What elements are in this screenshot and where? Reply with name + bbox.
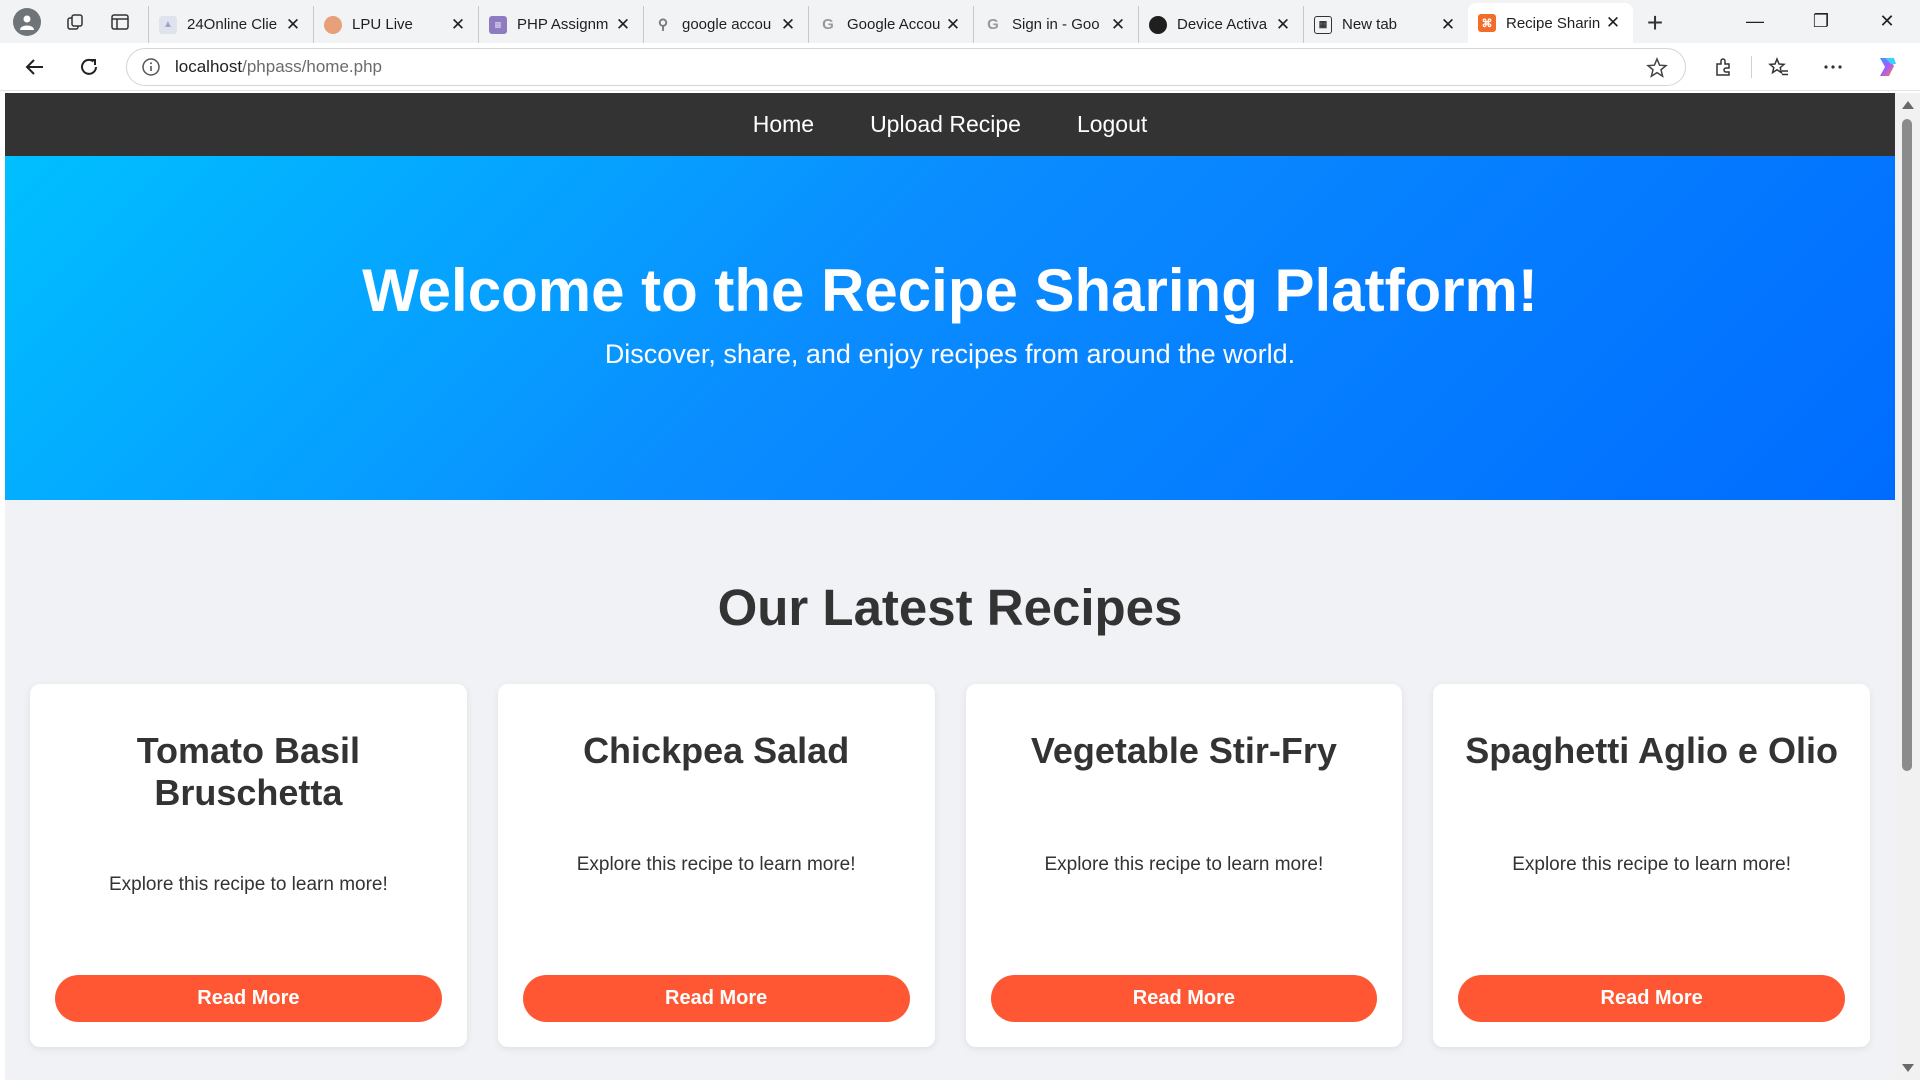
- url-path: /phpass/home.php: [242, 57, 382, 76]
- read-more-button[interactable]: Read More: [990, 975, 1378, 1022]
- tab-title: Google Accou: [847, 16, 941, 33]
- site-navbar: Home Upload Recipe Logout: [5, 93, 1895, 156]
- scroll-up-arrow-icon[interactable]: [1902, 101, 1914, 109]
- browser-tab[interactable]: ▦ New tab ✕: [1303, 6, 1468, 43]
- recipe-card: Spaghetti Aglio e Olio Explore this reci…: [1433, 684, 1870, 1047]
- tab-favicon-icon: [324, 15, 342, 34]
- copilot-button[interactable]: [1860, 43, 1914, 91]
- recipe-card-list: Tomato Basil Bruschetta Explore this rec…: [30, 684, 1870, 1047]
- browser-tab[interactable]: ▲ 24Online Clie ✕: [148, 6, 313, 43]
- tab-title: Device Activa: [1177, 16, 1268, 33]
- search-icon: ⚲: [657, 16, 669, 32]
- section-title: Our Latest Recipes: [717, 579, 1183, 636]
- google-icon: G: [987, 16, 999, 33]
- tab-favicon-icon: ▲: [159, 15, 177, 34]
- recipe-description: Explore this recipe to learn more!: [108, 874, 388, 895]
- browser-tab-active[interactable]: ⌘ Recipe Sharin ✕: [1468, 3, 1633, 43]
- tab-list: ▲ 24Online Clie ✕ LPU Live ✕ ≡ PHP Assig…: [148, 0, 1677, 43]
- workspaces-icon: [67, 13, 83, 30]
- favorites-icon: [1768, 56, 1788, 76]
- restore-button[interactable]: ❐: [1788, 0, 1854, 43]
- browser-tab[interactable]: Device Activa ✕: [1138, 6, 1303, 43]
- address-bar[interactable]: localhost/phpass/home.php: [126, 48, 1686, 86]
- tab-favicon-icon: ≡: [489, 15, 507, 34]
- hero-title: Welcome to the Recipe Sharing Platform!: [362, 257, 1538, 324]
- read-more-button[interactable]: Read More: [522, 975, 910, 1022]
- nav-link-home[interactable]: Home: [753, 111, 814, 138]
- refresh-button[interactable]: [62, 43, 116, 91]
- tab-favicon-icon: ⌘: [1478, 14, 1496, 32]
- browser-tab[interactable]: G Sign in - Goo ✕: [973, 6, 1138, 43]
- site-info-icon[interactable]: [127, 57, 175, 77]
- hero-banner: Welcome to the Recipe Sharing Platform! …: [5, 156, 1895, 500]
- close-tab-icon[interactable]: ✕: [1273, 15, 1293, 35]
- refresh-icon: [81, 58, 97, 75]
- recipe-description: Explore this recipe to learn more!: [1044, 854, 1324, 875]
- minimize-button[interactable]: —: [1722, 0, 1788, 43]
- more-icon: [1824, 65, 1842, 69]
- close-tab-icon[interactable]: ✕: [1603, 13, 1623, 33]
- close-tab-icon[interactable]: ✕: [943, 15, 963, 35]
- window-controls: — ❐ ✕: [1722, 0, 1920, 43]
- recipe-description: Explore this recipe to learn more!: [576, 854, 856, 875]
- google-icon: G: [822, 16, 834, 33]
- close-tab-icon[interactable]: ✕: [1108, 15, 1128, 35]
- recipe-card: Chickpea Salad Explore this recipe to le…: [497, 684, 935, 1047]
- browser-toolbar: localhost/phpass/home.php: [0, 43, 1920, 91]
- recipe-title: Chickpea Salad: [583, 730, 850, 771]
- copilot-icon: [1880, 58, 1896, 76]
- back-arrow-icon: [25, 58, 43, 75]
- profile-icon: [13, 7, 41, 36]
- browser-tab[interactable]: ≡ PHP Assignm ✕: [478, 6, 643, 43]
- browser-tab[interactable]: G Google Accou ✕: [808, 6, 973, 43]
- tab-title: google accou: [682, 16, 772, 33]
- recipe-title: Spaghetti Aglio e Olio: [1465, 730, 1838, 771]
- read-more-button[interactable]: Read More: [1458, 975, 1845, 1022]
- recipe-description: Explore this recipe to learn more!: [1512, 854, 1792, 875]
- favorite-star-icon[interactable]: [1645, 56, 1669, 80]
- profile-button[interactable]: [0, 0, 54, 43]
- settings-more-button[interactable]: [1806, 43, 1860, 91]
- close-tab-icon[interactable]: ✕: [448, 15, 468, 35]
- extensions-icon: [1716, 58, 1730, 76]
- browser-tabstrip: ▲ 24Online Clie ✕ LPU Live ✕ ≡ PHP Assig…: [0, 0, 1920, 43]
- recipe-title: Tomato Basil Bruschetta: [136, 730, 361, 813]
- tab-title: LPU Live: [352, 16, 413, 33]
- close-tab-icon[interactable]: ✕: [613, 15, 633, 35]
- close-tab-icon[interactable]: ✕: [778, 15, 798, 35]
- extensions-button[interactable]: [1697, 43, 1751, 91]
- tab-title: Sign in - Goo: [1012, 16, 1100, 33]
- nav-link-logout[interactable]: Logout: [1077, 111, 1147, 138]
- close-tab-icon[interactable]: ✕: [1438, 15, 1458, 35]
- browser-tab[interactable]: LPU Live ✕: [313, 6, 478, 43]
- vertical-tabs-button[interactable]: [98, 0, 142, 43]
- close-tab-icon[interactable]: ✕: [283, 15, 303, 35]
- close-window-button[interactable]: ✕: [1854, 0, 1920, 43]
- page-viewport: Home Upload Recipe Logout Welcome to the…: [5, 93, 1895, 1080]
- read-more-button[interactable]: Read More: [55, 975, 442, 1022]
- page-scrollbar[interactable]: [1895, 93, 1920, 1080]
- tab-title: New tab: [1342, 16, 1398, 33]
- recipe-card: Tomato Basil Bruschetta Explore this rec…: [30, 684, 467, 1047]
- tab-title: PHP Assignm: [517, 16, 609, 33]
- new-tab-button[interactable]: +: [1633, 3, 1677, 43]
- browser-tab[interactable]: ⚲ google accou ✕: [643, 6, 808, 43]
- hero-subtitle: Discover, share, and enjoy recipes from …: [604, 339, 1296, 369]
- url-host: localhost: [175, 57, 243, 76]
- back-button[interactable]: [8, 43, 62, 91]
- tab-actions-icon: [111, 13, 129, 30]
- toolbar-actions: [1697, 43, 1920, 91]
- recipe-title: Vegetable Stir-Fry: [1030, 730, 1337, 771]
- nav-link-upload-recipe[interactable]: Upload Recipe: [870, 111, 1021, 138]
- favorites-button[interactable]: [1752, 43, 1806, 91]
- scroll-down-arrow-icon[interactable]: [1902, 1064, 1914, 1072]
- workspaces-button[interactable]: [54, 0, 98, 43]
- recipe-card: Vegetable Stir-Fry Explore this recipe t…: [965, 684, 1403, 1047]
- scrollbar-thumb[interactable]: [1902, 119, 1912, 771]
- tab-title: 24Online Clie: [187, 16, 278, 33]
- tab-title: Recipe Sharin: [1506, 14, 1601, 32]
- new-tab-page-icon: ▦: [1314, 15, 1332, 34]
- github-icon: [1149, 15, 1167, 34]
